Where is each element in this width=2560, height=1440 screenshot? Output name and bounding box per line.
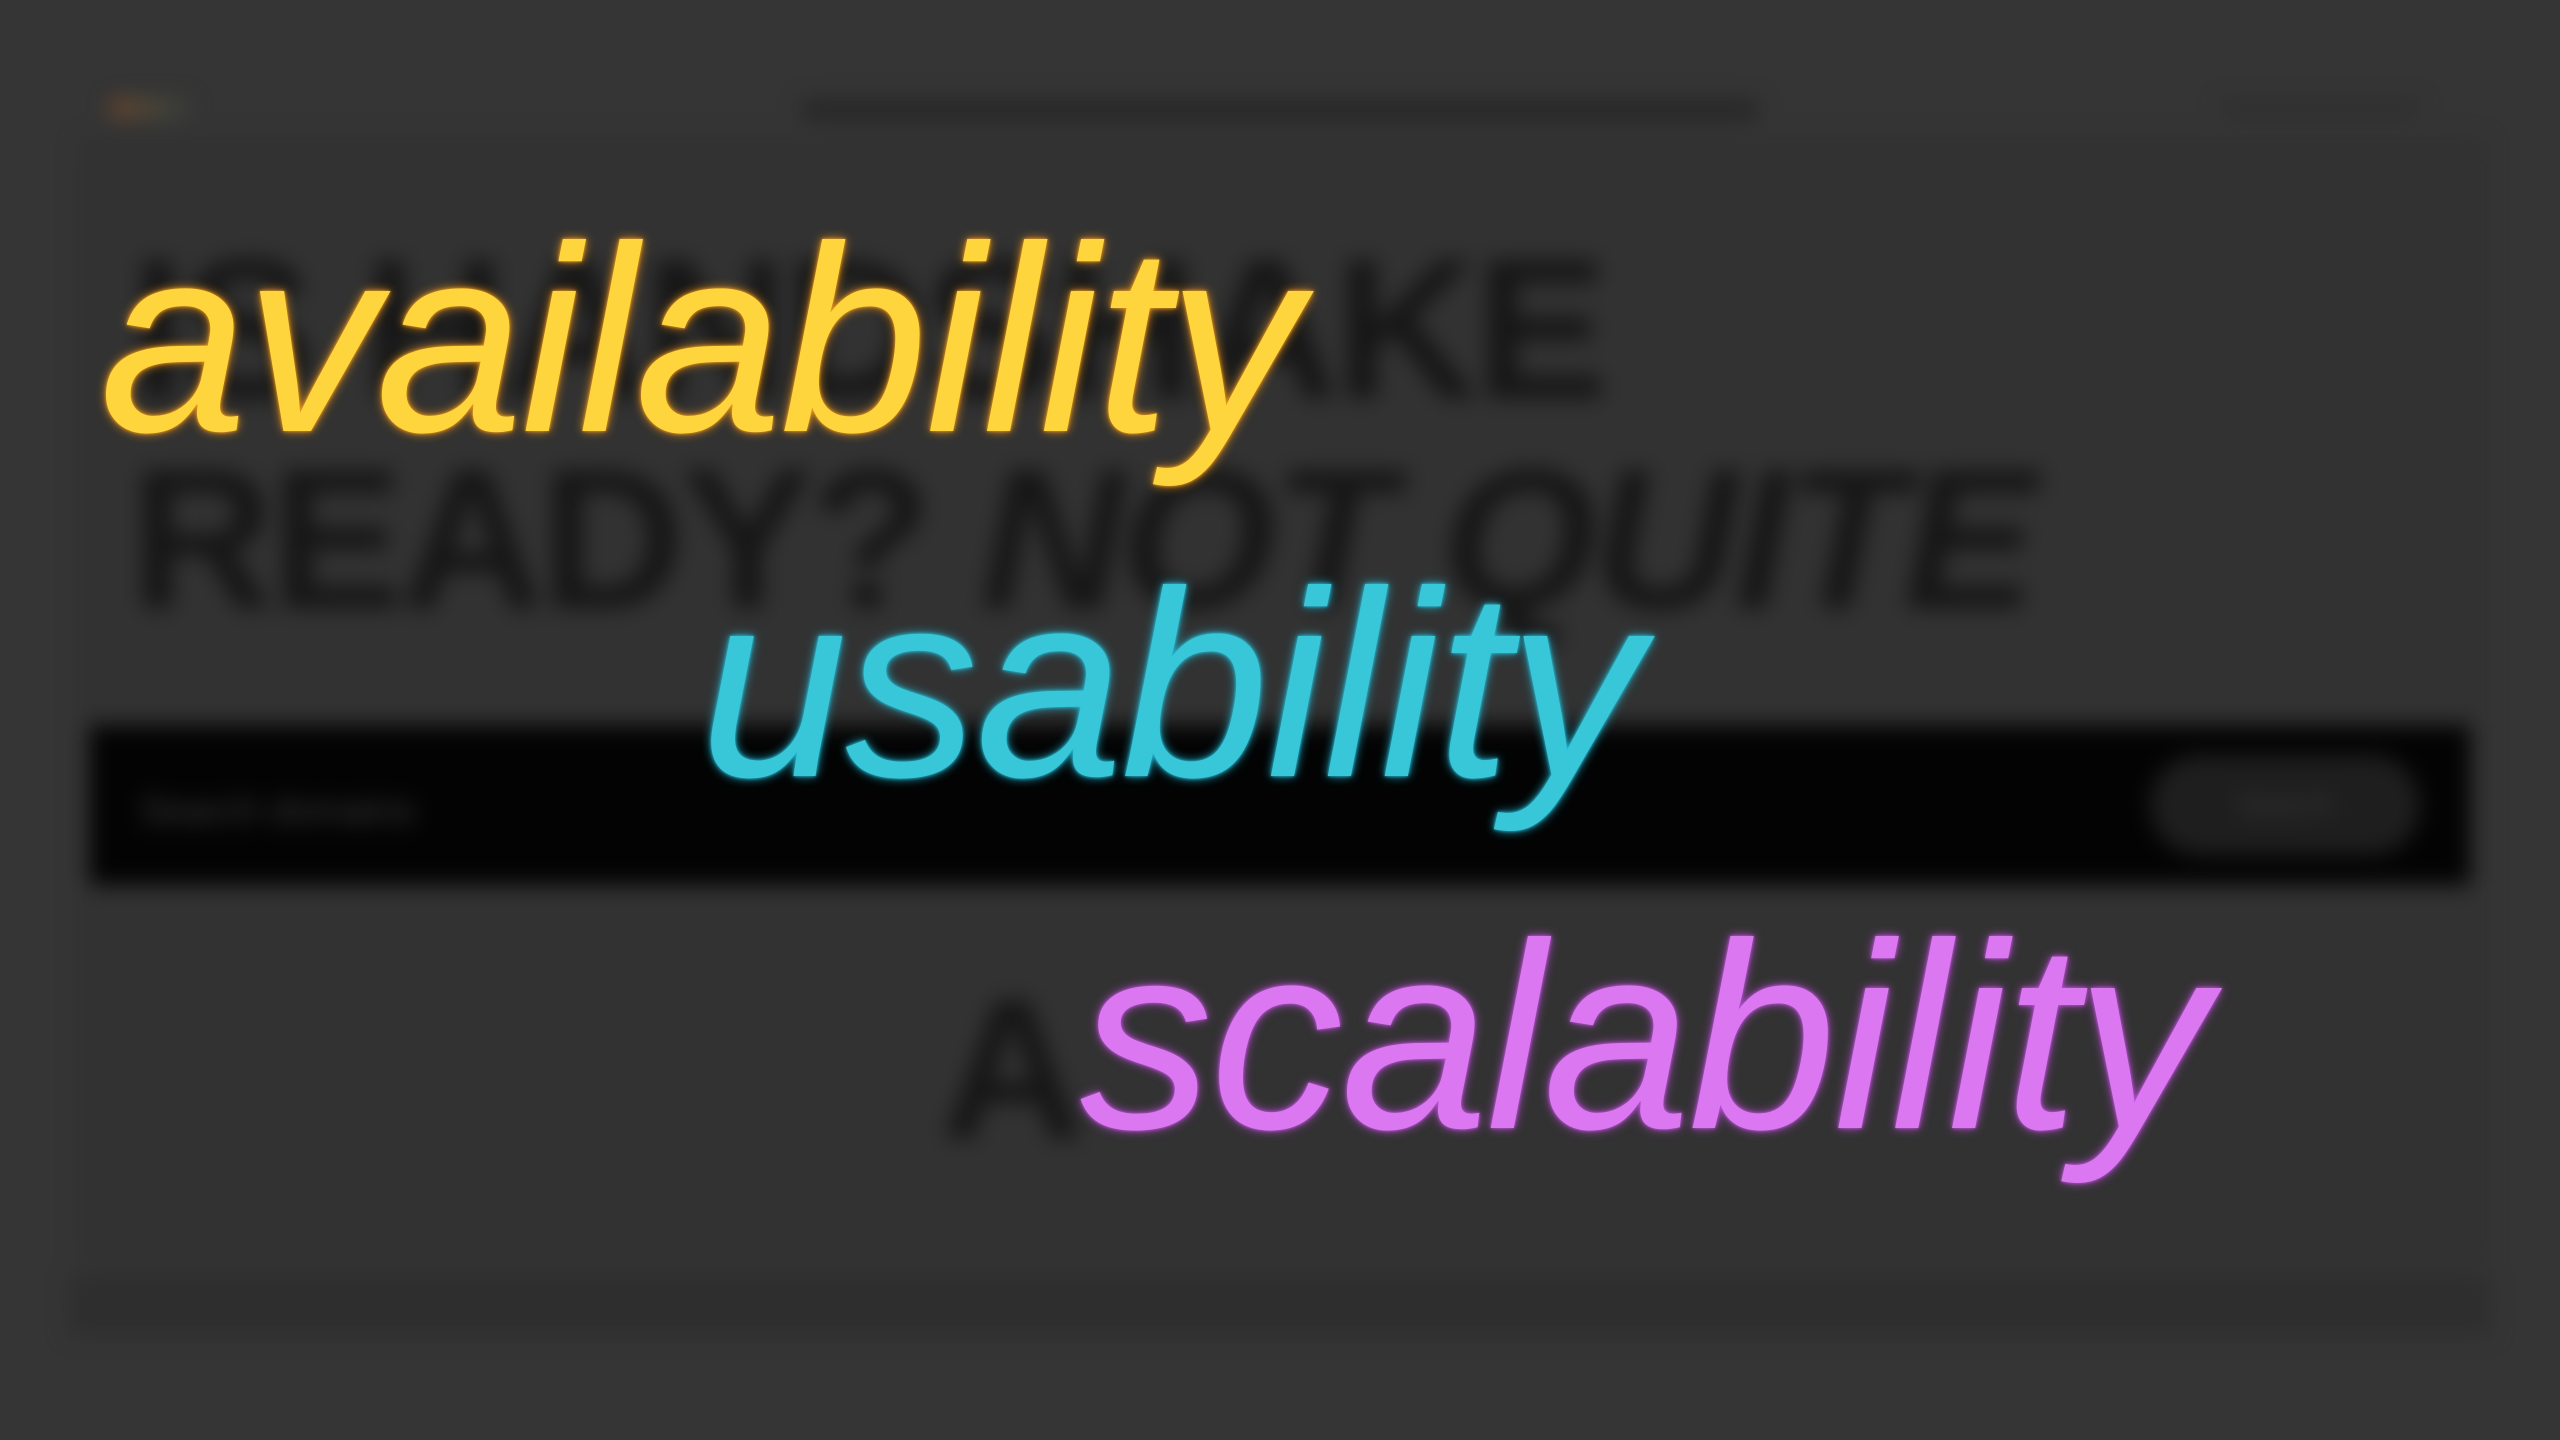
- background-search-placeholder: Search domains: [140, 790, 415, 832]
- word-availability: availability: [100, 192, 1301, 488]
- background-logo: [110, 100, 190, 116]
- background-shadow-band: [70, 1275, 2490, 1335]
- background-nav-links: [2220, 102, 2420, 114]
- thumbnail-canvas: IS HANDSHAKE READY? NOT QUITE Search dom…: [0, 0, 2560, 1440]
- word-scalability: scalability: [1080, 889, 2209, 1185]
- background-search-button: Search: [2150, 755, 2420, 855]
- background-url-bar: [800, 100, 1760, 120]
- background-heading-line-3: A: [940, 958, 1084, 1181]
- word-usability: usability: [700, 537, 1641, 833]
